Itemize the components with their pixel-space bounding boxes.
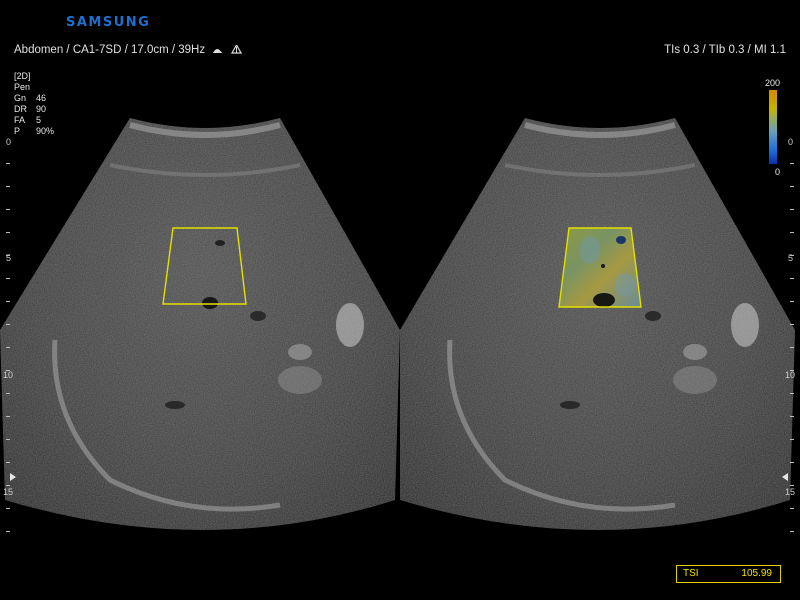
depth-label-10-left: 10 bbox=[3, 370, 14, 380]
depth-tick bbox=[790, 462, 794, 463]
depth-tick bbox=[790, 508, 794, 509]
depth-label-15-left: 15 bbox=[3, 487, 14, 497]
depth-tick bbox=[790, 347, 794, 348]
param-key: Gn bbox=[14, 93, 27, 103]
ultrasound-image-area bbox=[0, 118, 795, 530]
param-value: 5 bbox=[36, 115, 42, 125]
depth-tick bbox=[790, 278, 794, 279]
focus-marker-left-icon[interactable] bbox=[10, 473, 16, 481]
depth-tick bbox=[790, 186, 794, 187]
depth-tick bbox=[6, 301, 10, 302]
param-row-gain: Gn 46 bbox=[14, 93, 54, 104]
depth-tick bbox=[790, 393, 794, 394]
depth-label-0-left: 0 bbox=[6, 137, 12, 147]
exam-info-text: Abdomen / CA1-7SD / 17.0cm / 39Hz bbox=[14, 44, 206, 56]
depth-tick bbox=[790, 416, 794, 417]
depth-tick bbox=[6, 416, 10, 417]
param-key: DR bbox=[14, 104, 27, 114]
depth-tick bbox=[790, 255, 794, 256]
depth-tick bbox=[790, 485, 794, 486]
exam-info: Abdomen / CA1-7SD / 17.0cm / 39Hz bbox=[14, 44, 242, 56]
depth-tick bbox=[6, 347, 10, 348]
depth-tick bbox=[790, 370, 794, 371]
left-scan-image bbox=[0, 118, 400, 530]
depth-label-0-right: 0 bbox=[788, 137, 794, 147]
param-row-power: P 90% bbox=[14, 126, 54, 137]
param-key: FA bbox=[14, 115, 26, 125]
depth-tick bbox=[6, 439, 10, 440]
imaging-parameters: [2D] Pen Gn 46 DR 90 FA 5 P 90% bbox=[14, 71, 54, 137]
preset-label: Pen bbox=[14, 82, 31, 92]
brand-logo: SAMSUNG bbox=[66, 15, 151, 30]
param-key: P bbox=[14, 126, 21, 136]
depth-tick bbox=[790, 209, 794, 210]
tsi-measurement-box: TSI 105.99 bbox=[676, 565, 781, 583]
roi-box-right[interactable] bbox=[558, 227, 642, 308]
depth-tick bbox=[790, 232, 794, 233]
depth-label-10-right: 10 bbox=[785, 370, 796, 380]
thermal-mechanical-index: TIs 0.3 / TIb 0.3 / MI 1.1 bbox=[664, 44, 786, 56]
biopsy-icon bbox=[230, 45, 242, 54]
tsi-label: TSI bbox=[683, 568, 699, 579]
depth-tick bbox=[6, 186, 10, 187]
depth-tick bbox=[6, 209, 10, 210]
depth-tick bbox=[790, 531, 794, 532]
depth-tick bbox=[6, 255, 10, 256]
depth-tick bbox=[6, 370, 10, 371]
depth-tick bbox=[6, 462, 10, 463]
param-row-frame-average: FA 5 bbox=[14, 115, 54, 126]
depth-tick bbox=[790, 324, 794, 325]
depth-tick bbox=[6, 278, 10, 279]
param-value: 90 bbox=[36, 104, 47, 114]
colorbar-min-label: 0 bbox=[775, 167, 781, 177]
depth-tick bbox=[790, 301, 794, 302]
depth-tick bbox=[6, 393, 10, 394]
depth-tick bbox=[6, 485, 10, 486]
depth-tick bbox=[6, 163, 10, 164]
depth-tick bbox=[790, 439, 794, 440]
depth-label-15-right: 15 bbox=[785, 487, 796, 497]
depth-tick bbox=[6, 324, 10, 325]
param-row-dynamic-range: DR 90 bbox=[14, 104, 54, 115]
tsi-value: 105.99 bbox=[741, 568, 772, 579]
depth-tick bbox=[6, 508, 10, 509]
probe-icon bbox=[213, 49, 223, 53]
colorbar-max-label: 200 bbox=[765, 78, 781, 88]
param-value: 46 bbox=[36, 93, 47, 103]
depth-tick bbox=[790, 163, 794, 164]
depth-tick bbox=[6, 531, 10, 532]
param-value: 90% bbox=[36, 126, 55, 136]
colorbar bbox=[769, 90, 777, 164]
focus-marker-right-icon[interactable] bbox=[782, 473, 788, 481]
depth-tick bbox=[6, 232, 10, 233]
right-scan-image bbox=[400, 118, 795, 530]
mode-label: [2D] bbox=[14, 71, 31, 81]
